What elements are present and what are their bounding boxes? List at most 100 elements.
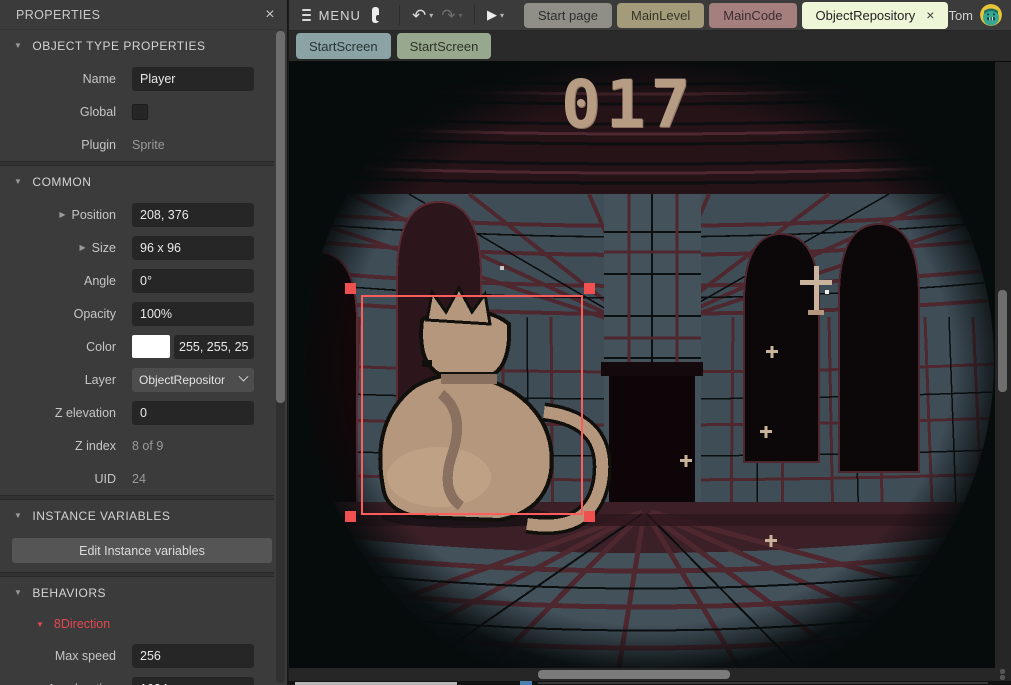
horizontal-scrollbar-track[interactable]: [289, 668, 995, 681]
property-row-acceleration: Acceleration: [0, 672, 274, 685]
chevron-down-icon[interactable]: ▾: [500, 11, 504, 20]
selection-handle-top-left[interactable]: [345, 283, 356, 294]
size-label: ▶ Size: [0, 241, 132, 255]
section-title: OBJECT TYPE PROPERTIES: [32, 39, 205, 53]
max-speed-input[interactable]: [132, 644, 254, 668]
properties-panel: PROPERTIES × ▼ OBJECT TYPE PROPERTIES Na…: [0, 0, 288, 685]
vertical-scrollbar-track[interactable]: [995, 62, 1011, 668]
properties-panel-header: PROPERTIES ×: [0, 0, 287, 30]
uid-label: UID: [0, 472, 132, 486]
uid-value: 24: [132, 472, 146, 486]
section-header-behaviors[interactable]: ▼ BEHAVIORS: [0, 577, 274, 609]
chevron-down-icon: [239, 372, 249, 382]
property-row-opacity: Opacity: [0, 297, 274, 330]
layer-dropdown-value: ObjectRepositor: [139, 373, 225, 387]
selection-box[interactable]: [361, 295, 583, 515]
properties-panel-title: PROPERTIES: [16, 8, 100, 22]
scrollbar-corner: [995, 668, 1011, 681]
layer-label: Layer: [0, 373, 132, 387]
chevron-down-icon: ▼: [36, 620, 44, 629]
tab-maincode[interactable]: MainCode: [709, 3, 796, 28]
bottom-edge-strip: [288, 681, 1011, 685]
avatar[interactable]: [980, 4, 1002, 26]
name-input[interactable]: [132, 67, 254, 91]
max-speed-label: Max speed: [0, 649, 132, 663]
horizontal-scrollbar-thumb[interactable]: [538, 670, 730, 679]
user-account: Tom: [948, 4, 1002, 26]
editor-tabs: Start page MainLevel MainCode ObjectRepo…: [524, 2, 948, 29]
property-row-angle: Angle: [0, 264, 274, 297]
property-row-color: Color: [0, 330, 274, 363]
redo-icon: ↷: [441, 7, 455, 24]
bottom-strip-icon: [520, 681, 532, 685]
plugin-value: Sprite: [132, 138, 165, 152]
section-header-instance-variables[interactable]: ▼ INSTANCE VARIABLES: [0, 500, 274, 532]
properties-panel-body: ▼ OBJECT TYPE PROPERTIES Name Global Plu…: [0, 30, 274, 685]
tab-mainlevel[interactable]: MainLevel: [617, 3, 704, 28]
undo-button[interactable]: ↶ ▾: [412, 7, 433, 24]
plugin-label: Plugin: [0, 138, 132, 152]
property-row-layer: Layer ObjectRepositor: [0, 363, 274, 396]
selection-handle-bottom-right[interactable]: [584, 511, 595, 522]
section-header-common[interactable]: ▼ COMMON: [0, 166, 274, 198]
name-label: Name: [0, 72, 132, 86]
panel-scrollbar-thumb[interactable]: [276, 31, 285, 403]
property-row-name: Name: [0, 62, 274, 95]
chevron-down-icon: ▾: [458, 11, 462, 20]
global-label: Global: [0, 105, 132, 119]
panel-scrollbar-track[interactable]: [276, 31, 285, 683]
subtab-startscreen-eventsheet[interactable]: StartScreen: [397, 33, 492, 59]
close-icon[interactable]: ×: [926, 7, 934, 23]
tab-start-page[interactable]: Start page: [524, 3, 612, 28]
expand-arrow-icon[interactable]: ▶: [59, 210, 65, 219]
subtab-startscreen-layout[interactable]: StartScreen: [296, 33, 391, 59]
selection-handle-top-right[interactable]: [584, 283, 595, 294]
color-swatch[interactable]: [132, 335, 170, 358]
layer-dropdown[interactable]: ObjectRepositor: [132, 368, 254, 392]
bottom-strip-line: [538, 682, 988, 684]
view-subtabs: StartScreen StartScreen: [289, 31, 1011, 62]
section-title: COMMON: [32, 175, 91, 189]
play-icon: ▶: [487, 7, 497, 23]
preview-button[interactable]: ▶ ▾: [487, 7, 504, 23]
position-label: ▶ Position: [0, 208, 132, 222]
z-elevation-input[interactable]: [132, 401, 254, 425]
global-checkbox[interactable]: [132, 104, 148, 120]
chevron-down-icon[interactable]: ▾: [429, 11, 433, 20]
redo-button[interactable]: ↷ ▾: [441, 7, 462, 24]
close-icon[interactable]: ×: [263, 7, 277, 23]
expand-arrow-icon[interactable]: ▶: [80, 243, 86, 252]
counter-object[interactable]: 017: [561, 66, 695, 143]
section-header-object-type[interactable]: ▼ OBJECT TYPE PROPERTIES: [0, 30, 274, 62]
selection-handle-bottom-left[interactable]: [345, 511, 356, 522]
position-input[interactable]: [132, 203, 254, 227]
color-label: Color: [0, 340, 132, 354]
toolbar-divider: [474, 5, 475, 25]
property-row-plugin: Plugin Sprite: [0, 128, 274, 161]
vertical-scrollbar-thumb[interactable]: [998, 290, 1007, 392]
hamburger-menu-icon[interactable]: [302, 9, 311, 21]
tab-objectrepository[interactable]: ObjectRepository ×: [802, 2, 949, 29]
property-row-uid: UID 24: [0, 462, 274, 495]
color-input[interactable]: [174, 335, 254, 359]
property-row-size: ▶ Size: [0, 231, 274, 264]
z-elevation-label: Z elevation: [0, 406, 132, 420]
menu-button[interactable]: MENU: [319, 8, 361, 23]
main-toolbar: MENU ↶ ▾ ↷ ▾ ▶ ▾ Start page MainLevel Ma…: [289, 0, 1011, 31]
section-title: INSTANCE VARIABLES: [32, 509, 170, 523]
acceleration-input[interactable]: [132, 677, 254, 685]
behavior-name: 8Direction: [54, 617, 110, 631]
angle-input[interactable]: [132, 269, 254, 293]
chevron-down-icon: ▼: [14, 177, 22, 186]
property-row-position: ▶ Position: [0, 198, 274, 231]
layout-canvas[interactable]: 017: [289, 62, 995, 668]
opacity-input[interactable]: [132, 302, 254, 326]
chevron-down-icon: ▼: [14, 588, 22, 597]
save-icon[interactable]: [372, 7, 380, 23]
property-row-global: Global: [0, 95, 274, 128]
edit-instance-variables-button[interactable]: Edit Instance variables: [12, 538, 272, 563]
behavior-8direction[interactable]: ▼ 8Direction: [0, 609, 274, 639]
undo-icon: ↶: [412, 7, 426, 24]
size-input[interactable]: [132, 236, 254, 260]
chevron-down-icon: ▼: [14, 41, 22, 50]
